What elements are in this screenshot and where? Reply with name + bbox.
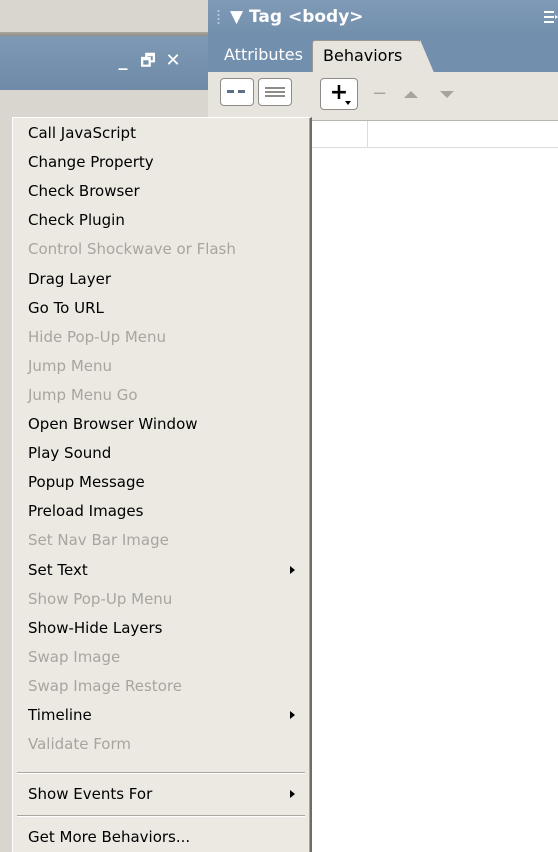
panel-title-text: Tag <body> bbox=[249, 7, 364, 27]
add-behavior-button[interactable]: + bbox=[320, 78, 358, 110]
submenu-arrow-icon bbox=[290, 711, 295, 719]
behaviors-toolbar: + − bbox=[208, 72, 558, 121]
menu-item-label: Drag Layer bbox=[28, 269, 112, 288]
menu-item-control-shockwave-or-flash: Control Shockwave or Flash bbox=[13, 235, 309, 264]
left-panel-header: _ 🗗 ✕ bbox=[0, 36, 208, 90]
menu-item-label: Check Plugin bbox=[28, 211, 125, 230]
menu-item-show-pop-up-menu: Show Pop-Up Menu bbox=[13, 585, 309, 614]
remove-behavior-button[interactable]: − bbox=[372, 84, 387, 104]
menu-item-validate-form: Validate Form bbox=[13, 730, 309, 759]
menu-item-label: Set Nav Bar Image bbox=[28, 531, 169, 550]
menu-item-show-hide-layers[interactable]: Show-Hide Layers bbox=[13, 614, 309, 643]
tag-inspector-titlebar[interactable]: ▼ Tag <body> bbox=[208, 0, 558, 34]
left-panel-top-strip bbox=[0, 0, 208, 36]
move-down-icon[interactable] bbox=[440, 91, 454, 98]
menu-item-label: Jump Menu Go bbox=[28, 385, 138, 404]
show-all-events-button[interactable] bbox=[258, 78, 292, 106]
tab-attributes[interactable]: Attributes bbox=[214, 40, 313, 72]
panel-options-icon[interactable] bbox=[544, 9, 558, 25]
menu-item-label: Change Property bbox=[28, 153, 154, 172]
menu-item-label: Show-Hide Layers bbox=[28, 618, 163, 637]
menu-item-label: Get More Behaviors... bbox=[28, 828, 191, 846]
menu-item-hide-pop-up-menu: Hide Pop-Up Menu bbox=[13, 323, 309, 352]
menu-item-set-nav-bar-image: Set Nav Bar Image bbox=[13, 526, 309, 555]
minimize-button[interactable]: _ bbox=[112, 50, 134, 72]
menu-item-label: Jump Menu bbox=[28, 356, 113, 375]
menu-item-set-text[interactable]: Set Text bbox=[13, 556, 309, 585]
menu-item-check-plugin[interactable]: Check Plugin bbox=[13, 206, 309, 235]
menu-item-timeline[interactable]: Timeline bbox=[13, 701, 309, 730]
submenu-arrow-icon bbox=[290, 565, 295, 574]
menu-item-label: Set Text bbox=[28, 560, 88, 579]
menu-item-show-events-for[interactable]: Show Events For bbox=[13, 780, 309, 809]
show-all-events-icon bbox=[265, 87, 285, 97]
menu-separator bbox=[17, 772, 305, 774]
menu-item-swap-image-restore: Swap Image Restore bbox=[13, 672, 309, 701]
menu-item-label: Show Events For bbox=[28, 785, 153, 803]
panel-title[interactable]: ▼ Tag <body> bbox=[230, 0, 364, 34]
menu-item-label: Validate Form bbox=[28, 735, 132, 754]
restore-button[interactable]: 🗗 bbox=[137, 50, 159, 72]
menu-item-open-browser-window[interactable]: Open Browser Window bbox=[13, 410, 309, 439]
tabs-bar: Attributes Behaviors bbox=[208, 34, 558, 73]
dropdown-arrow-icon bbox=[345, 101, 351, 105]
menu-item-change-property[interactable]: Change Property bbox=[13, 148, 309, 177]
menu-item-label: Swap Image bbox=[28, 647, 121, 666]
menu-item-label: Preload Images bbox=[28, 502, 144, 521]
menu-item-label: Play Sound bbox=[28, 444, 112, 463]
menu-item-label: Popup Message bbox=[28, 473, 145, 492]
add-behavior-menu: Call JavaScript Change Property Check Brow… bbox=[12, 117, 312, 852]
move-up-icon[interactable] bbox=[404, 91, 418, 98]
menu-item-call-javascript[interactable]: Call JavaScript bbox=[13, 119, 309, 148]
close-button[interactable]: ✕ bbox=[162, 50, 184, 72]
menu-item-preload-images[interactable]: Preload Images bbox=[13, 497, 309, 526]
submenu-arrow-icon bbox=[290, 790, 295, 798]
panel-grip-icon[interactable] bbox=[216, 9, 221, 25]
menu-item-label: Control Shockwave or Flash bbox=[28, 240, 236, 259]
menu-item-drag-layer[interactable]: Drag Layer bbox=[13, 265, 309, 294]
menu-item-label: Hide Pop-Up Menu bbox=[28, 327, 167, 346]
menu-item-swap-image: Swap Image bbox=[13, 643, 309, 672]
menu-separator bbox=[17, 815, 305, 817]
show-set-events-icon bbox=[227, 90, 247, 93]
collapse-arrow-icon[interactable]: ▼ bbox=[230, 7, 243, 27]
menu-item-label: Open Browser Window bbox=[28, 415, 198, 433]
menu-item-go-to-url[interactable]: Go To URL bbox=[13, 294, 309, 323]
menu-item-popup-message[interactable]: Popup Message bbox=[13, 468, 309, 497]
tab-behaviors[interactable]: Behaviors bbox=[312, 40, 435, 73]
menu-item-label: Swap Image Restore bbox=[28, 676, 182, 695]
menu-item-jump-menu-go: Jump Menu Go bbox=[13, 381, 309, 410]
menu-item-label: Show Pop-Up Menu bbox=[28, 589, 173, 608]
menu-item-check-browser[interactable]: Check Browser bbox=[13, 177, 309, 206]
menu-item-label: Check Browser bbox=[28, 182, 140, 201]
menu-item-label: Go To URL bbox=[28, 298, 104, 317]
menu-item-get-more-behaviors[interactable]: Get More Behaviors... bbox=[13, 823, 309, 852]
menu-item-label: Timeline bbox=[28, 706, 92, 724]
menu-item-play-sound[interactable]: Play Sound bbox=[13, 439, 309, 468]
menu-item-label: Call JavaScript bbox=[28, 124, 136, 142]
menu-item-jump-menu: Jump Menu bbox=[13, 352, 309, 381]
show-set-events-button[interactable] bbox=[220, 78, 254, 106]
